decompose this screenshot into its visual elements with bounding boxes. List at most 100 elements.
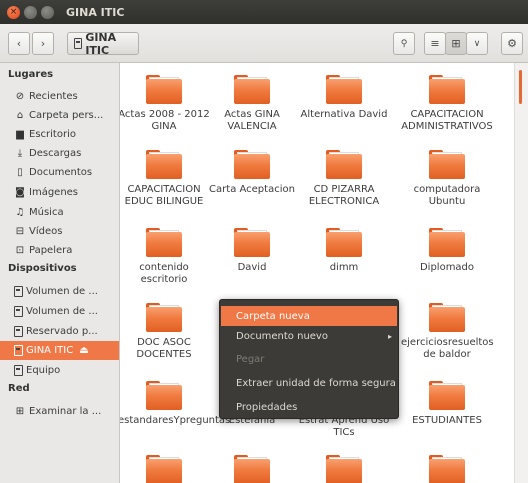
- close-window-button[interactable]: ×: [7, 5, 20, 19]
- folder-item[interactable]: Alternativa David: [300, 75, 388, 121]
- sidebar-item-reserved[interactable]: Reservado p...: [0, 322, 119, 341]
- folder-icon: [234, 75, 270, 104]
- folder-label: ejerciciosresueltos de baldor: [401, 337, 494, 360]
- menu-item-new-document[interactable]: Documento nuevo ▸: [221, 326, 397, 346]
- sidebar: Lugares ⊘ Recientes ⌂ Carpeta pers... ▆ …: [0, 63, 120, 483]
- sidebar-item-recientes[interactable]: ⊘ Recientes: [0, 87, 119, 106]
- folder-icon: [146, 303, 182, 332]
- sidebar-item-gina-itic[interactable]: GINA ITIC ⏏: [0, 341, 119, 360]
- folder-item[interactable]: estandaresYpreguntas: [120, 381, 231, 427]
- gear-icon: ⚙: [507, 37, 517, 50]
- sidebar-item-musica[interactable]: ♫ Música: [0, 203, 119, 222]
- film-icon: ⊟: [15, 226, 25, 237]
- folder-icon: [146, 150, 182, 179]
- folder-label: computadora Ubuntu: [413, 184, 481, 207]
- sidebar-item-label: Descargas: [29, 148, 82, 159]
- folder-item[interactable]: Actas 2008 - 2012 GINA: [120, 75, 210, 133]
- menu-item-label: Extraer unidad de forma segura: [236, 377, 396, 389]
- title-bar: × GINA ITIC: [0, 0, 528, 24]
- back-button[interactable]: ‹: [8, 32, 30, 55]
- folder-item[interactable]: Diplomado: [403, 228, 491, 274]
- eject-icon[interactable]: ⏏: [79, 345, 88, 356]
- folder-item[interactable]: ESTUDIANTES: [403, 381, 491, 427]
- scrollbar-thumb[interactable]: [519, 70, 522, 104]
- folder-item[interactable]: Actas GINA VALENCIA: [208, 75, 296, 133]
- drive-icon: [74, 38, 83, 49]
- window-title: GINA ITIC: [66, 5, 125, 19]
- forward-button[interactable]: ›: [32, 32, 54, 55]
- sidebar-item-label: Música: [29, 207, 64, 218]
- list-view-button[interactable]: ≡: [424, 32, 446, 55]
- sidebar-item-label: Volumen de ...: [26, 286, 98, 297]
- folder-item[interactable]: DOC ASOC DOCENTES: [120, 303, 208, 361]
- document-icon: ▯: [17, 167, 23, 178]
- sidebar-item-label: Vídeos: [29, 226, 63, 237]
- grid-view-button[interactable]: ⊞: [445, 32, 467, 55]
- folder-item[interactable]: CAPACITACION EDUC BILINGUE: [120, 150, 208, 208]
- menu-item-label: Documento nuevo: [236, 330, 328, 342]
- sidebar-item-label: Escritorio: [29, 129, 76, 140]
- sidebar-item-volume-2[interactable]: Volumen de ...: [0, 302, 119, 321]
- folder-label: CAPACITACION ADMINISTRATIVOS: [401, 109, 493, 132]
- folder-item[interactable]: [403, 455, 491, 483]
- network-heading: Red: [8, 383, 30, 394]
- folder-label: Carta Aceptacion: [209, 184, 295, 195]
- folder-item[interactable]: Carta Aceptacion: [208, 150, 296, 196]
- sidebar-item-browse-network[interactable]: ⊞ Examinar la ...: [0, 402, 119, 421]
- folder-item[interactable]: contenido escritorio: [120, 228, 208, 286]
- settings-button[interactable]: ⚙: [501, 32, 523, 55]
- sidebar-item-equipo[interactable]: Equipo: [0, 361, 119, 380]
- sidebar-item-label: Recientes: [29, 91, 78, 102]
- folder-item[interactable]: [208, 455, 296, 483]
- sidebar-item-home[interactable]: ⌂ Carpeta pers...: [0, 106, 119, 125]
- sidebar-item-imagenes[interactable]: ◙ Imágenes: [0, 183, 119, 202]
- folder-label: estandaresYpreguntas: [120, 415, 231, 426]
- toolbar: ‹ › GINA ITIC ⚲ ≡ ⊞ ∨ ⚙: [0, 24, 528, 63]
- sidebar-item-label: Examinar la ...: [29, 406, 102, 417]
- sidebar-item-label: Equipo: [26, 365, 61, 376]
- search-button[interactable]: ⚲: [393, 32, 415, 55]
- folder-icon: [146, 228, 182, 257]
- submenu-arrow-icon: ▸: [387, 331, 392, 341]
- folder-item[interactable]: [300, 455, 388, 483]
- sidebar-item-volume-1[interactable]: Volumen de ...: [0, 282, 119, 301]
- chevron-down-icon: ∨: [473, 38, 481, 49]
- menu-item-label: Pegar: [236, 353, 265, 365]
- folder-item[interactable]: ejerciciosresueltos de baldor: [401, 303, 494, 361]
- folder-icon: [146, 75, 182, 104]
- close-icon: ×: [9, 7, 18, 17]
- chevron-left-icon: ‹: [16, 37, 22, 50]
- folder-icon: [146, 455, 182, 483]
- minimize-window-button[interactable]: [24, 5, 37, 19]
- scrollbar-track[interactable]: [514, 63, 528, 483]
- folder-item[interactable]: David: [208, 228, 296, 274]
- view-options-button[interactable]: ∨: [466, 32, 488, 55]
- folder-item[interactable]: computadora Ubuntu: [403, 150, 491, 208]
- folder-item[interactable]: CAPACITACION ADMINISTRATIVOS: [401, 75, 493, 133]
- folder-label: contenido escritorio: [139, 262, 189, 285]
- folder-item[interactable]: CD PIZARRA ELECTRONICA: [300, 150, 388, 208]
- menu-item-safely-remove[interactable]: Extraer unidad de forma segura: [221, 373, 397, 393]
- sidebar-item-descargas[interactable]: ⤓ Descargas: [0, 144, 119, 163]
- folder-label: ESTUDIANTES: [412, 415, 482, 426]
- menu-item-new-folder[interactable]: Carpeta nueva: [221, 306, 397, 326]
- maximize-window-button[interactable]: [41, 5, 54, 19]
- folder-icon: [326, 228, 362, 257]
- camera-icon: ◙: [15, 187, 25, 198]
- sidebar-item-escritorio[interactable]: ▆ Escritorio: [0, 125, 119, 144]
- sidebar-item-videos[interactable]: ⊟ Vídeos: [0, 222, 119, 241]
- file-grid: Actas 2008 - 2012 GINA Actas GINA VALENCI…: [120, 63, 514, 483]
- location-breadcrumb[interactable]: GINA ITIC: [67, 31, 139, 57]
- folder-item[interactable]: dimm: [300, 228, 388, 274]
- home-icon: ⌂: [16, 110, 24, 121]
- folder-item[interactable]: [120, 455, 208, 483]
- sidebar-item-papelera[interactable]: ⊡ Papelera: [0, 241, 119, 260]
- sidebar-item-label: Reservado p...: [26, 326, 98, 337]
- menu-item-properties[interactable]: Propiedades: [221, 397, 397, 417]
- sidebar-item-label: Papelera: [29, 245, 73, 256]
- grid-view-icon: ⊞: [451, 37, 461, 50]
- folder-label: Alternativa David: [300, 109, 388, 120]
- sidebar-item-documentos[interactable]: ▯ Documentos: [0, 163, 119, 182]
- folder-icon: [326, 455, 362, 483]
- folder-label: Diplomado: [419, 262, 475, 273]
